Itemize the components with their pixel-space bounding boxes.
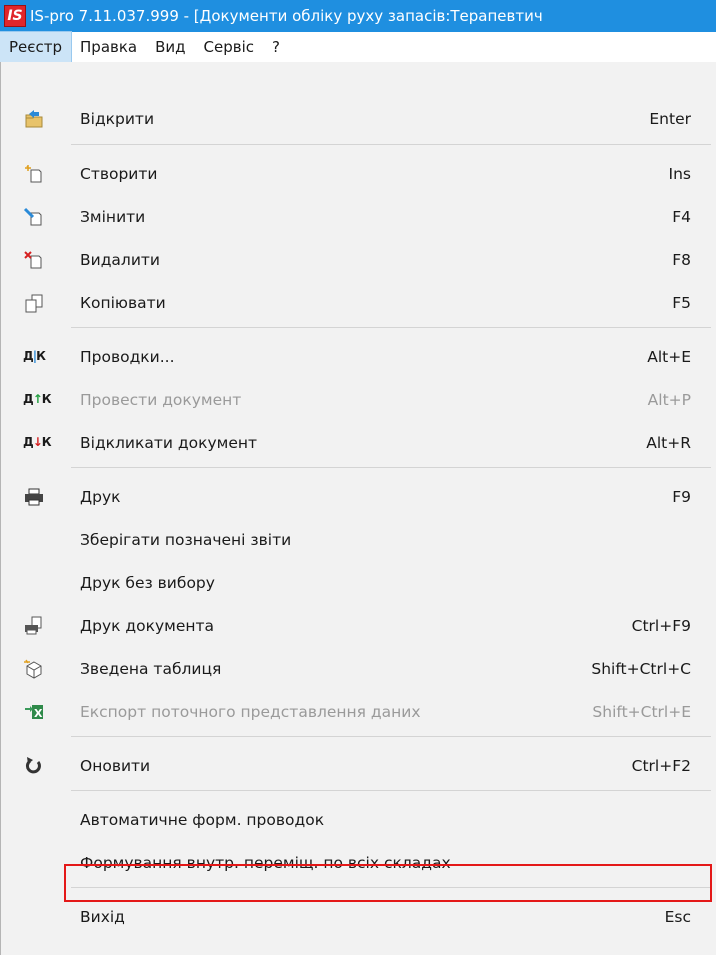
menu-item-revoke-document[interactable]: Д↓К Відкликати документ Alt+R bbox=[1, 424, 713, 462]
menu-item-label: Створити bbox=[80, 165, 158, 183]
menu-separator bbox=[71, 736, 711, 737]
menu-item-edit[interactable]: Змінити F4 bbox=[1, 198, 713, 236]
menu-item-shortcut: Alt+E bbox=[647, 348, 691, 366]
menu-separator bbox=[71, 327, 711, 328]
menu-separator bbox=[71, 467, 711, 468]
menu-item-label: Відкрити bbox=[80, 110, 155, 128]
svg-text:X: X bbox=[34, 707, 43, 720]
refresh-icon bbox=[25, 757, 41, 774]
menu-separator bbox=[71, 790, 711, 791]
menu-help[interactable]: ? bbox=[263, 32, 289, 62]
menu-item-shortcut: Alt+R bbox=[646, 434, 691, 452]
menu-item-label: Видалити bbox=[80, 251, 161, 269]
highlight-annotation-box bbox=[64, 864, 712, 902]
menu-item-label: Друк без вибору bbox=[80, 574, 215, 592]
open-icon bbox=[25, 110, 43, 128]
menu-item-refresh[interactable]: Оновити Ctrl+F2 bbox=[1, 747, 713, 785]
excel-export-icon: X bbox=[25, 705, 43, 720]
menu-item-label: Копіювати bbox=[80, 294, 166, 312]
menu-item-label: Проводки... bbox=[80, 348, 175, 366]
edit-icon bbox=[23, 207, 42, 226]
menu-item-auto-form-postings[interactable]: Автоматичне форм. проводок bbox=[1, 801, 713, 839]
pivot-table-icon bbox=[24, 659, 42, 679]
menu-item-label: Змінити bbox=[80, 208, 146, 226]
menu-item-export-current-view[interactable]: X Експорт поточного представлення даних … bbox=[1, 693, 713, 731]
menu-item-print-document[interactable]: Друк документа Ctrl+F9 bbox=[1, 607, 713, 645]
menu-separator bbox=[71, 144, 711, 145]
menu-item-copy[interactable]: Копіювати F5 bbox=[1, 284, 713, 322]
menu-registry[interactable]: Реєстр bbox=[0, 31, 73, 63]
menu-item-label: Друк документа bbox=[80, 617, 215, 635]
menu-item-shortcut: Shift+Ctrl+E bbox=[592, 703, 691, 721]
window-title: IS-pro 7.11.037.999 - [Документи обліку … bbox=[30, 7, 543, 25]
menu-item-label: Друк bbox=[80, 488, 121, 506]
menu-item-shortcut: F4 bbox=[672, 208, 691, 226]
printer-icon bbox=[25, 488, 43, 506]
menu-item-pivot-table[interactable]: Зведена таблиця Shift+Ctrl+C bbox=[1, 650, 713, 688]
menu-item-create[interactable]: Створити Ins bbox=[1, 155, 713, 193]
registry-dropdown-menu: Відкрити Enter Створити Ins Змінити F4 В… bbox=[0, 62, 716, 955]
menu-item-shortcut: Ctrl+F9 bbox=[631, 617, 691, 635]
menu-item-shortcut: Enter bbox=[649, 110, 691, 128]
title-bar: IS IS-pro 7.11.037.999 - [Документи облі… bbox=[0, 0, 716, 32]
menu-item-label: Відкликати документ bbox=[80, 434, 258, 452]
print-document-icon bbox=[25, 616, 42, 635]
menu-item-print-without-selection[interactable]: Друк без вибору bbox=[1, 564, 713, 602]
menu-item-shortcut: Alt+P bbox=[647, 391, 691, 409]
menu-item-exit[interactable]: Вихід Esc bbox=[1, 898, 713, 936]
postings-icon: Д|К bbox=[23, 349, 46, 363]
menu-service[interactable]: Сервіс bbox=[195, 32, 263, 62]
menu-item-label: Зведена таблиця bbox=[80, 660, 222, 678]
menu-item-postings[interactable]: Д|К Проводки... Alt+E bbox=[1, 338, 713, 376]
menu-item-open[interactable]: Відкрити Enter bbox=[1, 100, 713, 138]
app-logo-icon: IS bbox=[4, 5, 26, 27]
delete-icon bbox=[24, 251, 42, 269]
menu-item-print[interactable]: Друк F9 bbox=[1, 478, 713, 516]
menu-edit[interactable]: Правка bbox=[71, 32, 146, 62]
post-document-icon: Д↑К bbox=[23, 392, 52, 406]
menu-item-shortcut: Esc bbox=[664, 908, 691, 926]
menu-item-label: Вихід bbox=[80, 908, 125, 926]
menu-bar: Реєстр Правка Вид Сервіс ? bbox=[0, 31, 716, 63]
menu-item-label: Оновити bbox=[80, 757, 151, 775]
menu-item-label: Автоматичне форм. проводок bbox=[80, 811, 325, 829]
menu-item-shortcut: F5 bbox=[672, 294, 691, 312]
menu-item-label: Провести документ bbox=[80, 391, 242, 409]
menu-item-post-document[interactable]: Д↑К Провести документ Alt+P bbox=[1, 381, 713, 419]
menu-item-delete[interactable]: Видалити F8 bbox=[1, 241, 713, 279]
menu-item-save-marked-reports[interactable]: Зберігати позначені звіти bbox=[1, 521, 713, 559]
revoke-document-icon: Д↓К bbox=[23, 435, 52, 449]
create-icon bbox=[25, 165, 42, 183]
menu-item-shortcut: Ctrl+F2 bbox=[631, 757, 691, 775]
menu-item-shortcut: Ins bbox=[668, 165, 691, 183]
menu-view[interactable]: Вид bbox=[146, 32, 194, 62]
menu-item-shortcut: F8 bbox=[672, 251, 691, 269]
menu-item-label: Експорт поточного представлення даних bbox=[80, 703, 421, 721]
menu-item-shortcut: F9 bbox=[672, 488, 691, 506]
menu-item-label: Зберігати позначені звіти bbox=[80, 531, 292, 549]
menu-item-shortcut: Shift+Ctrl+C bbox=[591, 660, 691, 678]
copy-icon bbox=[25, 294, 43, 313]
